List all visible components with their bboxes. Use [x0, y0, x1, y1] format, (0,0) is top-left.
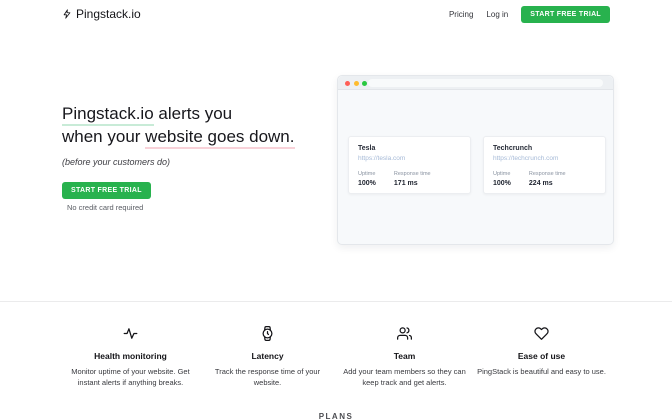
feature-description: Monitor uptime of your website. Get inst…	[62, 367, 199, 388]
team-icon	[397, 325, 412, 341]
uptime-stat: Uptime 100%	[493, 171, 511, 187]
monitor-card-techcrunch: Techcrunch https://techcrunch.com Uptime…	[483, 136, 606, 194]
logo-text: Pingstack.io	[76, 7, 141, 21]
nav-pricing-link[interactable]: Pricing	[449, 10, 473, 19]
monitor-card-tesla: Tesla https://tesla.com Uptime 100% Resp…	[348, 136, 471, 194]
feature-ease-of-use: Ease of use PingStack is beautiful and e…	[473, 325, 610, 388]
window-traffic-lights	[345, 81, 367, 86]
watch-icon	[260, 325, 275, 341]
hero-start-free-trial-button[interactable]: START FREE TRIAL	[62, 182, 151, 199]
header: Pingstack.io Pricing Log in START FREE T…	[0, 0, 672, 28]
uptime-value: 100%	[493, 180, 511, 187]
site-url: https://techcrunch.com	[493, 155, 596, 162]
hero-highlight-down: website goes down.	[145, 127, 294, 149]
hero-subheading: (before your customers do)	[62, 157, 170, 167]
site-url: https://tesla.com	[358, 155, 461, 162]
landing-page: Pingstack.io Pricing Log in START FREE T…	[0, 0, 672, 420]
feature-title: Ease of use	[518, 351, 565, 361]
site-name: Tesla	[358, 145, 461, 152]
feature-health-monitoring: Health monitoring Monitor uptime of your…	[62, 325, 199, 388]
heart-icon	[534, 325, 549, 341]
uptime-label: Uptime	[493, 171, 511, 177]
browser-mockup-window: Tesla https://tesla.com Uptime 100% Resp…	[337, 75, 614, 245]
features-row: Health monitoring Monitor uptime of your…	[62, 325, 610, 388]
feature-title: Health monitoring	[94, 351, 167, 361]
nav-login-link[interactable]: Log in	[486, 10, 508, 19]
site-stats: Uptime 100% Response time 224 ms	[493, 171, 596, 187]
uptime-stat: Uptime 100%	[358, 171, 376, 187]
browser-address-bar	[368, 79, 603, 87]
response-time-value: 224 ms	[529, 180, 566, 187]
feature-description: PingStack is beautiful and easy to use.	[475, 367, 608, 378]
site-name: Techcrunch	[493, 145, 596, 152]
maximize-window-dot-icon	[362, 81, 367, 86]
activity-icon	[123, 325, 138, 341]
response-time-label: Response time	[394, 171, 431, 177]
browser-titlebar	[338, 76, 613, 90]
feature-description: Add your team members so they can keep t…	[336, 367, 473, 388]
hero-heading-line1: Pingstack.io alerts you	[62, 102, 295, 125]
feature-title: Team	[394, 351, 416, 361]
uptime-label: Uptime	[358, 171, 376, 177]
hero-heading: Pingstack.io alerts you when your websit…	[62, 102, 295, 148]
header-nav: Pricing Log in START FREE TRIAL	[449, 6, 610, 23]
response-time-value: 171 ms	[394, 180, 431, 187]
feature-latency: Latency Track the response time of your …	[199, 325, 336, 388]
browser-body: Tesla https://tesla.com Uptime 100% Resp…	[338, 90, 613, 245]
plans-section-label: PLANS	[0, 412, 672, 420]
response-time-label: Response time	[529, 171, 566, 177]
response-time-stat: Response time 171 ms	[394, 171, 431, 187]
response-time-stat: Response time 224 ms	[529, 171, 566, 187]
uptime-value: 100%	[358, 180, 376, 187]
feature-title: Latency	[251, 351, 283, 361]
hero-heading-line2: when your website goes down.	[62, 125, 295, 148]
header-start-free-trial-button[interactable]: START FREE TRIAL	[521, 6, 610, 23]
hero-cta-note: No credit card required	[67, 203, 143, 212]
hero-highlight-brand: Pingstack.io	[62, 104, 154, 126]
feature-team: Team Add your team members so they can k…	[336, 325, 473, 388]
bolt-icon	[62, 8, 72, 20]
feature-description: Track the response time of your website.	[199, 367, 336, 388]
logo[interactable]: Pingstack.io	[62, 7, 141, 21]
minimize-window-dot-icon	[354, 81, 359, 86]
site-stats: Uptime 100% Response time 171 ms	[358, 171, 461, 187]
section-divider	[0, 301, 672, 302]
close-window-dot-icon	[345, 81, 350, 86]
